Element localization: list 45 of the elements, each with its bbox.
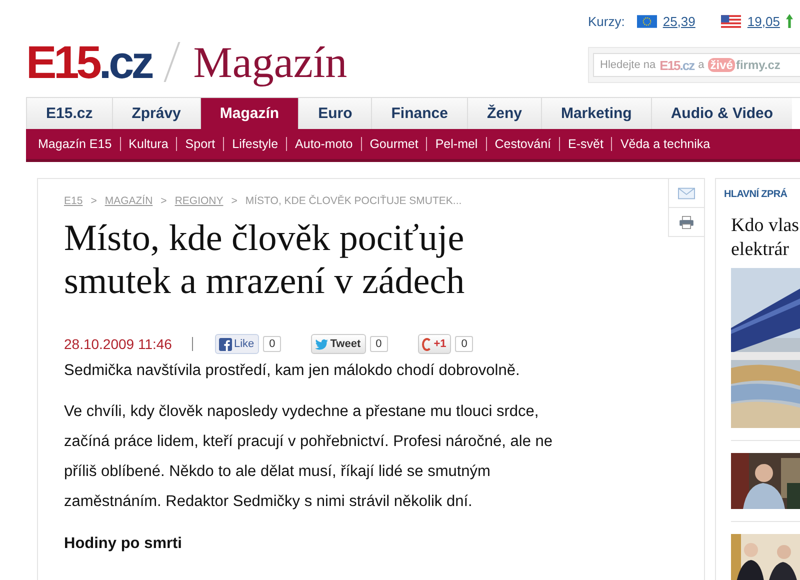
sidebar-heading: HLAVNÍ ZPRÁ	[724, 189, 788, 200]
breadcrumb-current: MÍSTO, KDE ČLOVĚK POCIŤUJE SMUTEK...	[245, 195, 462, 207]
share-count: 0	[370, 336, 388, 352]
nav-tab[interactable]: Zprávy	[112, 98, 200, 129]
eu-flag-icon	[636, 14, 657, 28]
subnav-link[interactable]: Pel-mel	[426, 137, 486, 151]
exchange-rate-link[interactable]: 25,39	[662, 14, 696, 28]
subnav-link[interactable]: Auto-moto	[286, 137, 361, 151]
breadcrumb-separator: >	[160, 195, 167, 207]
article-paragraph: Ve chvíli, kdy člověk naposledy vydechne a přestane mu tlouci srdce, začíná práce lidem, kteří pracují v pohřebnictví. Profesi náročné, ale ne příliš oblíbené. Někdo to ale dělat musí, říkají lidé se smutným zaměstnáním. Redaktor Sedmičky s nimi strávil několik dní.	[64, 402, 554, 512]
section-title: Magazín	[193, 36, 348, 88]
subnav-link[interactable]: Magazín E15	[30, 137, 120, 151]
nav-tab[interactable]: Ženy	[466, 98, 541, 129]
subnav-link[interactable]: Gourmet	[360, 137, 426, 151]
article-date: 28.10.2009 11:46	[64, 336, 172, 352]
share-count: 0	[455, 336, 474, 352]
bird-icon	[315, 338, 328, 350]
article-title: Místo, kde člověk pociťuje smutek a mrazení v zádech	[64, 217, 466, 303]
nav-tab[interactable]: E15.cz	[26, 98, 112, 129]
subnav-link[interactable]: Kultura	[120, 137, 176, 151]
nav-tab[interactable]: Magazín	[200, 98, 298, 129]
us-flag-icon	[721, 14, 742, 28]
twitter-button[interactable]: Tweet	[311, 334, 366, 354]
headline-link[interactable]: Kdo vlas elektrár	[724, 214, 800, 262]
subnav-link[interactable]: Lifestyle	[223, 137, 286, 151]
site-logo[interactable]: E15.cz	[26, 39, 152, 85]
subnav-link[interactable]: E-svět	[559, 137, 612, 151]
rates-label: Kurzy:	[588, 14, 625, 28]
google-button[interactable]: +1	[418, 334, 452, 354]
breadcrumb-separator: >	[90, 195, 97, 207]
print-icon[interactable]	[678, 216, 695, 228]
nav-tab[interactable]: Finance	[371, 98, 467, 129]
article-lead: Sedmička navštívila prostředí, kam jen málokdo chodí dobrovolně.	[64, 361, 521, 381]
article-subheading: Hodiny po smrti	[64, 535, 183, 553]
exchange-rate-link[interactable]: 19,05	[747, 14, 780, 28]
nav-tab[interactable]: Euro	[298, 98, 372, 129]
nav-tab[interactable]: Audio & Video	[650, 98, 792, 129]
subnav-link[interactable]: Sport	[176, 137, 224, 151]
subnav-link[interactable]: Věda a technika	[611, 137, 718, 151]
breadcrumb-separator: >	[231, 195, 238, 207]
nav-tab[interactable]: Marketing	[540, 98, 651, 129]
share-count: 0	[263, 336, 282, 352]
subnav-link[interactable]: Cestování	[486, 137, 559, 151]
facebook-button[interactable]: Like	[214, 334, 260, 354]
facebook-icon	[218, 338, 232, 350]
